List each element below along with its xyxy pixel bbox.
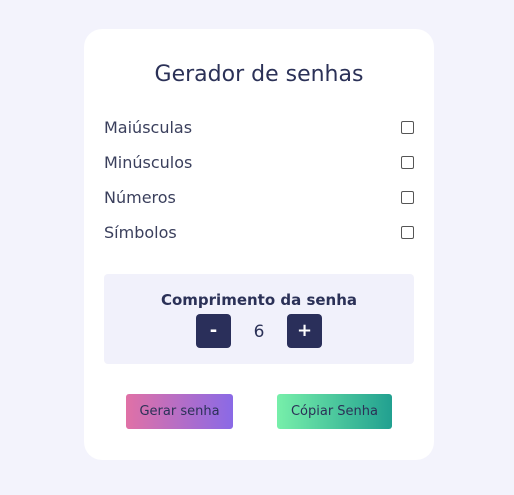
generate-password-button[interactable]: Gerar senha [126,394,233,429]
option-symbols[interactable]: Símbolos [104,222,414,244]
option-numbers[interactable]: Números [104,187,414,209]
length-title: Comprimento da senha [160,291,358,309]
option-label: Símbolos [104,223,177,242]
page-title: Gerador de senhas [154,62,364,87]
numbers-checkbox[interactable] [401,191,414,204]
increase-length-button[interactable]: + [287,314,322,348]
decrease-length-button[interactable]: - [196,314,231,348]
length-value: 6 [253,322,265,342]
option-label: Maiúsculas [104,118,193,137]
option-label: Minúsculos [104,153,193,172]
option-uppercase[interactable]: Maiúsculas [104,117,414,139]
symbols-checkbox[interactable] [401,226,414,239]
uppercase-checkbox[interactable] [401,121,414,134]
password-generator-card: Gerador de senhas Maiúsculas Minúsculos … [84,29,434,460]
length-panel: Comprimento da senha - 6 + [104,274,414,364]
option-label: Números [104,188,176,207]
lowercase-checkbox[interactable] [401,156,414,169]
copy-password-button[interactable]: Cópiar Senha [277,394,392,429]
option-lowercase[interactable]: Minúsculos [104,152,414,174]
